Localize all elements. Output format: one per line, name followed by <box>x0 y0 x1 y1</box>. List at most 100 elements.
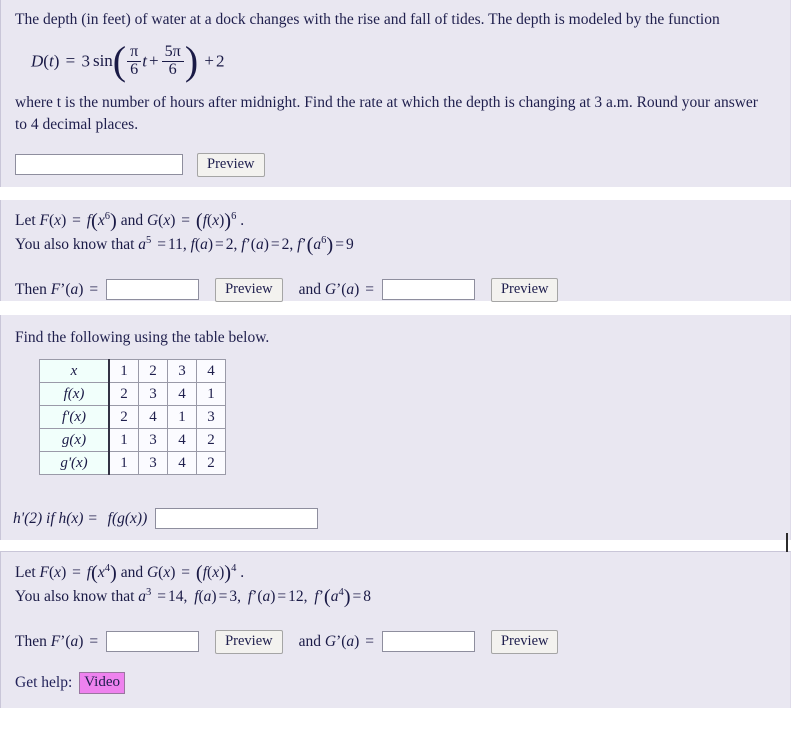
composite6-line1: Let F(x) = f(x6) and G(x) = (f(x))6 . <box>15 210 245 233</box>
composite6-line1-period: . <box>240 212 245 229</box>
composite4-eq2: = <box>181 564 191 581</box>
composite4-and-arg: a <box>346 632 355 650</box>
composite4-outer-exponent: 4 <box>231 562 237 574</box>
composite4-G-answer-input[interactable] <box>381 631 475 653</box>
formula-arg-plus: + <box>149 51 159 71</box>
composite6-a-symbol: a <box>138 236 147 253</box>
composite4-and-label-2: and <box>298 632 321 650</box>
composite6-F-answer-input[interactable] <box>106 279 200 301</box>
composite6-then-label-group: Then F’(a) = <box>15 280 99 298</box>
table-problem-instruction: Find the following using the table below… <box>15 329 270 346</box>
row-label-x: x <box>70 362 78 379</box>
get-help-row: Get help: Video <box>1 654 790 694</box>
tides-answer-row: Preview <box>1 136 790 177</box>
composite6-fa-arg: a <box>200 236 208 253</box>
fraction-2-numerator: 5π <box>161 43 184 62</box>
composite6-line2: You also know that a5 = 11, f(a) = 2, f’(a)… <box>15 234 354 257</box>
composite4-F-symbol: F <box>39 564 49 581</box>
tides-answer-input[interactable] <box>15 154 183 176</box>
table-cell: 4 <box>167 451 197 475</box>
composite6-a-value: 11 <box>167 236 183 253</box>
composite6-and-fn: G <box>324 280 337 298</box>
composite4-a-value: 14 <box>167 588 184 605</box>
composite6-let-label: Let <box>15 212 36 229</box>
composite6-then-label: Then <box>15 280 47 298</box>
composite6-and-label: and <box>120 212 144 229</box>
table-cell: 1 <box>108 428 139 452</box>
tides-prompt-line3: to 4 decimal places. <box>15 115 139 133</box>
composite4-a-exponent: 3 <box>146 586 152 598</box>
table-cell: 4 <box>138 405 168 429</box>
table-row: g(x) 1 3 4 2 <box>39 428 226 452</box>
hprime-text: h'(2) if h(x) = <box>13 509 98 527</box>
composite6-inner-var: x <box>97 212 105 229</box>
formula-trig-name: sin <box>92 51 113 71</box>
table-cell: 2 <box>196 451 226 475</box>
hprime-answer-input[interactable] <box>155 508 319 529</box>
composite6-and-label-2: and <box>298 280 321 298</box>
composite6-eq2: = <box>181 212 191 229</box>
table-cell: 3 <box>138 382 168 406</box>
table-cell: 2 <box>138 359 168 383</box>
composite6-and-equals: = <box>365 280 374 298</box>
composite4-and-label: and <box>120 564 144 581</box>
composite4-then-label: Then <box>15 632 47 650</box>
composite4-fa-value: 3 <box>229 588 238 605</box>
composite4-fpa-value: 12 <box>288 588 304 605</box>
table-row-label: x <box>39 359 110 383</box>
composite4-then-equals: = <box>89 632 99 650</box>
composite6-then-fn: F <box>50 280 61 298</box>
composite4-line1: Let F(x) = f(x4) and G(x) = (f(x))4 . <box>15 562 245 585</box>
composite6-fpaexp-arg: a <box>313 236 322 253</box>
composite4-F-preview-button[interactable]: Preview <box>215 630 283 654</box>
composite6-F-preview-button[interactable]: Preview <box>215 278 283 302</box>
tides-prompt-line2: where t is the number of hours after mid… <box>15 93 758 111</box>
composite4-G-preview-button[interactable]: Preview <box>490 630 559 654</box>
row-label-fprimex: f'(x) <box>61 408 87 425</box>
composite4-eq1: = <box>72 564 81 581</box>
table-row-label: f'(x) <box>39 405 110 429</box>
composite6-G-preview-button[interactable]: Preview <box>490 278 559 302</box>
hprime-question-row: h'(2) if h(x) = f(g(x)) <box>1 475 790 529</box>
panel-gap-3 <box>0 540 791 551</box>
video-help-link[interactable]: Video <box>79 671 126 694</box>
fraction-1-denominator: 6 <box>130 60 139 78</box>
table-cell: 2 <box>108 382 139 406</box>
table-row: x 1 2 3 4 <box>39 359 226 383</box>
table-cell: 2 <box>196 428 226 452</box>
table-cell: 3 <box>138 428 168 452</box>
table-cell: 3 <box>196 405 226 429</box>
problem-panel-composite-4: Let F(x) = f(x4) and G(x) = (f(x))4 . Yo… <box>0 551 791 708</box>
composite4-G-symbol: G <box>146 564 159 581</box>
composite4-then-fn: F <box>50 632 61 650</box>
composite6-eq1: = <box>72 212 81 229</box>
formula-close-paren: ) <box>184 38 199 84</box>
problem-panel-tides: The depth (in feet) of water at a dock c… <box>0 0 791 187</box>
composite6-G-answer-input[interactable] <box>381 279 475 301</box>
composite4-a-symbol: a <box>138 588 147 605</box>
table-row-label: g(x) <box>39 428 110 452</box>
formula-tail-plus: + <box>204 51 214 71</box>
composite4-and-equals: = <box>365 632 374 650</box>
panel-gap-2 <box>0 301 791 315</box>
composite4-and-fn: G <box>324 632 337 650</box>
assignment-page: The depth (in feet) of water at a dock c… <box>0 0 791 738</box>
table-row: f(x) 2 3 4 1 <box>39 382 226 406</box>
composite4-F-answer-input[interactable] <box>106 631 200 653</box>
get-help-label: Get help: <box>15 673 73 691</box>
composite6-answer-row: Then F’(a) = Preview and G’(a) = Preview <box>1 256 790 302</box>
tides-preview-button[interactable]: Preview <box>197 152 265 177</box>
table-cell: 4 <box>167 382 197 406</box>
table-cell: 1 <box>108 451 139 475</box>
composite4-let-label: Let <box>15 564 36 581</box>
table-cell: 3 <box>167 359 197 383</box>
formula-function-name: D <box>31 51 44 71</box>
composite6-outer-exponent: 6 <box>231 210 237 222</box>
formula-fraction-2: 5π 6 <box>161 43 184 79</box>
composite6-a-exponent: 5 <box>146 234 152 246</box>
composite6-fpaexp-value: 9 <box>345 236 354 253</box>
table-cell: 3 <box>138 451 168 475</box>
row-label-gx: g(x) <box>61 431 87 448</box>
table-row-label: g'(x) <box>39 451 110 475</box>
function-values-table: x 1 2 3 4 f(x) 2 3 4 1 f'(x) 2 4 1 3 g(x… <box>39 359 226 475</box>
